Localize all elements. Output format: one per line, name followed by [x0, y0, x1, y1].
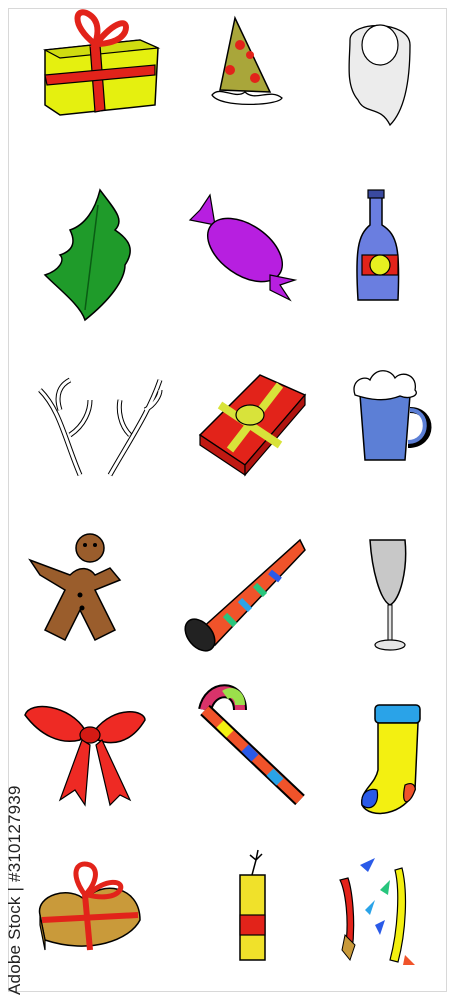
- icon-grid: [0, 0, 457, 1000]
- bottle-icon: [310, 170, 450, 330]
- santa-beard-icon: [310, 0, 450, 160]
- party-horn-icon: [170, 520, 310, 680]
- christmas-stocking-icon: [330, 690, 457, 850]
- gift-box-icon: [30, 0, 170, 160]
- gingerbread-man-icon: [10, 520, 150, 680]
- party-hat-icon: [170, 0, 310, 160]
- adobe-stock-watermark: Adobe Stock | #310127939: [5, 785, 24, 995]
- heart-gift-box-icon: [30, 840, 170, 1000]
- holly-leaf-icon: [30, 170, 170, 330]
- champagne-glass-icon: [330, 520, 457, 680]
- candy-icon: [170, 170, 310, 330]
- present-icon: [170, 350, 310, 510]
- confetti-icon: [320, 840, 457, 1000]
- firecracker-icon: [190, 840, 330, 1000]
- beer-mug-icon: [310, 350, 450, 510]
- antlers-icon: [30, 350, 170, 510]
- candy-cane-icon: [170, 680, 310, 840]
- bow-icon: [20, 690, 160, 850]
